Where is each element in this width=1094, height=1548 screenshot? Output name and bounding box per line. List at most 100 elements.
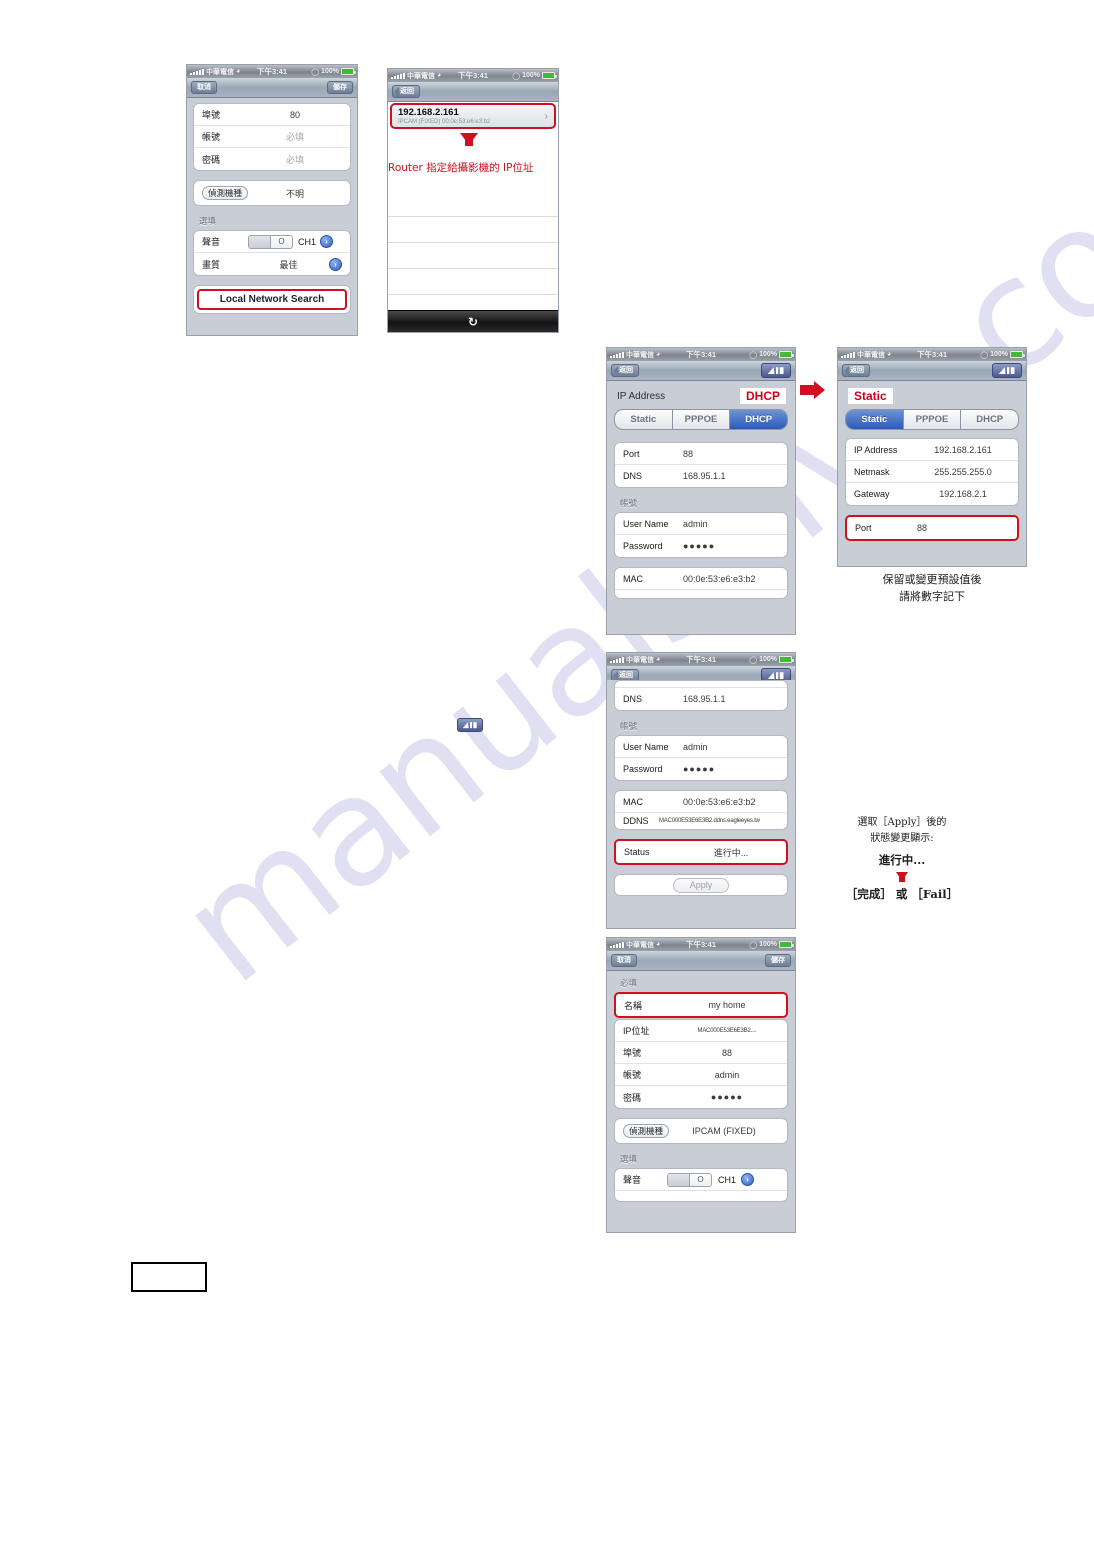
table-row[interactable]: User Name admin <box>615 513 787 535</box>
table-row[interactable]: 帳號 admin <box>615 1064 787 1086</box>
account-fields-group: User Name admin Password ●●●●● <box>614 735 788 781</box>
list-item[interactable] <box>388 269 558 295</box>
audio-toggle[interactable]: O <box>667 1172 712 1187</box>
local-network-search-group[interactable]: Local Network Search <box>193 285 351 314</box>
screen-body: DNS 168.95.1.1 帳號 User Name admin Passwo… <box>607 680 795 928</box>
port-label: 埠號 <box>202 110 221 120</box>
segment-dhcp[interactable]: DHCP <box>730 410 787 429</box>
ip-address-label: IP Address <box>854 444 898 455</box>
username-value: admin <box>683 518 708 529</box>
table-row[interactable]: 名稱 my home <box>616 994 786 1016</box>
password-label: Password <box>623 541 663 551</box>
audio-channel-label: CH1 <box>718 1174 737 1185</box>
table-row[interactable]: Status 進行中... <box>616 841 786 863</box>
search-result-row[interactable]: 192.168.2.161 IPCAM (FIXED) 00:0e:53:e6:… <box>390 103 556 129</box>
table-row[interactable]: Port 88 <box>847 517 1017 539</box>
list-item[interactable] <box>388 217 558 243</box>
eagleeyes-book-icon[interactable] <box>761 363 791 378</box>
mac-value: 00:0e:53:e6:e3:b2 <box>683 573 756 584</box>
account-section-label: 帳號 <box>620 498 638 508</box>
account-fields-group: User Name admin Password ●●●●● <box>614 512 788 558</box>
table-row[interactable]: DNS 168.95.1.1 <box>615 688 787 710</box>
segment-static[interactable]: Static <box>846 410 904 429</box>
account-value: admin <box>714 1069 740 1080</box>
search-result-annotation: Router 指定給攝影機的 IP位址 <box>388 162 534 174</box>
table-row[interactable]: MAC 00:0e:53:e6:e3:b2 <box>615 568 787 590</box>
table-row[interactable]: 畫質 最佳 › <box>194 253 350 275</box>
audio-label: 聲音 <box>202 237 221 247</box>
mode-tag: Static <box>848 388 893 404</box>
segment-pppoe[interactable]: PPPOE <box>673 410 731 429</box>
table-row[interactable]: 密碼 ●●●●● <box>615 1086 787 1108</box>
segment-pppoe[interactable]: PPPOE <box>904 410 962 429</box>
table-row-clipped <box>615 1191 787 1201</box>
table-row[interactable]: 聲音 O CH1 › <box>194 231 350 253</box>
chevron-right-icon[interactable]: › <box>320 235 334 248</box>
table-row[interactable]: Password ●●●●● <box>615 535 787 557</box>
table-row[interactable]: IP Address 192.168.2.161 <box>846 439 1018 461</box>
port-label: 埠號 <box>623 1048 642 1058</box>
rotation-lock-icon: ◯ <box>311 68 320 76</box>
cancel-button[interactable]: 取消 <box>191 81 217 94</box>
table-row[interactable]: 密碼 必填 <box>194 148 350 170</box>
table-row[interactable]: 偵測機種 IPCAM (FIXED) <box>615 1119 787 1143</box>
ip-mode-segmented-control[interactable]: Static PPPOE DHCP <box>845 409 1019 430</box>
table-row[interactable]: 埠號 88 <box>615 1042 787 1064</box>
table-row[interactable]: IP位址 MAC000E53E6E3B2.... <box>615 1020 787 1042</box>
status-label: Status <box>624 847 650 857</box>
table-row[interactable]: DNS 168.95.1.1 <box>615 465 787 487</box>
port-value: 88 <box>721 1047 732 1058</box>
arrow-stem <box>465 136 473 146</box>
table-row[interactable]: 偵測機種 不明 <box>194 181 350 205</box>
battery-icon <box>779 941 794 948</box>
back-button[interactable]: 返回 <box>392 85 420 98</box>
table-row[interactable]: 聲音 O CH1 › <box>615 1169 787 1191</box>
dns-value: 168.95.1.1 <box>683 694 726 704</box>
save-button[interactable]: 儲存 <box>765 954 791 967</box>
chevron-right-icon[interactable]: › <box>329 257 342 271</box>
book-glyph <box>462 721 477 728</box>
detect-model-button[interactable]: 偵測機種 <box>623 1123 670 1139</box>
ip-mode-segmented-control[interactable]: Static PPPOE DHCP <box>614 409 788 430</box>
netmask-value: 255.255.255.0 <box>934 466 992 477</box>
status-group-highlighted: Status 進行中... <box>614 839 788 865</box>
battery-percent-label: 100% <box>522 72 540 79</box>
table-row[interactable]: DDNS MAC000E53E6E3B2.ddns.eagleeyes.tw <box>615 813 787 829</box>
phone-screenshot-static: 中華電信 ◕ 下午3:41 ◯ 100% 返回 Static Static PP… <box>837 347 1027 567</box>
segment-static[interactable]: Static <box>615 410 673 429</box>
apply-button[interactable]: Apply <box>672 877 730 893</box>
table-row[interactable]: User Name admin <box>615 736 787 758</box>
back-button[interactable]: 返回 <box>611 364 639 377</box>
chevron-right-icon[interactable]: › <box>741 1173 755 1186</box>
table-row[interactable]: 埠號 80 <box>194 104 350 126</box>
table-row[interactable]: MAC 00:0e:53:e6:e3:b2 <box>615 791 787 813</box>
ip-address-label: IP位址 <box>623 1026 650 1036</box>
table-row[interactable]: 帳號 必填 <box>194 126 350 148</box>
eagleeyes-book-icon[interactable] <box>457 718 483 732</box>
table-row[interactable]: Password ●●●●● <box>615 758 787 780</box>
optional-fields-group: 聲音 O CH1 › <box>614 1168 788 1202</box>
battery-icon <box>1010 351 1025 358</box>
eagleeyes-book-icon[interactable] <box>992 363 1022 378</box>
password-value: 必填 <box>285 154 304 165</box>
back-button[interactable]: 返回 <box>842 364 870 377</box>
segment-dhcp[interactable]: DHCP <box>961 410 1018 429</box>
audio-toggle[interactable]: O <box>248 234 293 249</box>
account-value: 必填 <box>285 132 304 142</box>
status-bar-right: ◯ 100% <box>512 72 557 80</box>
device-fields-group: IP位址 MAC000E53E6E3B2.... 埠號 88 帳號 admin … <box>614 1019 788 1109</box>
refresh-icon[interactable]: ↻ <box>468 315 478 329</box>
required-fields-group: 埠號 80 帳號 必填 密碼 必填 <box>193 103 351 171</box>
password-label: 密碼 <box>202 154 221 165</box>
apply-annotation-result: ［完成］ 或 ［Fail］ <box>845 886 959 901</box>
detect-model-button[interactable]: 偵測機種 <box>202 185 249 201</box>
table-row[interactable]: Netmask 255.255.255.0 <box>846 461 1018 483</box>
cancel-button[interactable]: 取消 <box>611 954 637 967</box>
status-value: 進行中... <box>713 847 749 858</box>
local-network-search-button[interactable]: Local Network Search <box>197 289 347 310</box>
list-item[interactable] <box>388 191 558 217</box>
table-row[interactable]: Gateway 192.168.2.1 <box>846 483 1018 505</box>
table-row[interactable]: Port 88 <box>615 443 787 465</box>
list-item[interactable] <box>388 243 558 269</box>
save-button[interactable]: 儲存 <box>327 81 353 94</box>
